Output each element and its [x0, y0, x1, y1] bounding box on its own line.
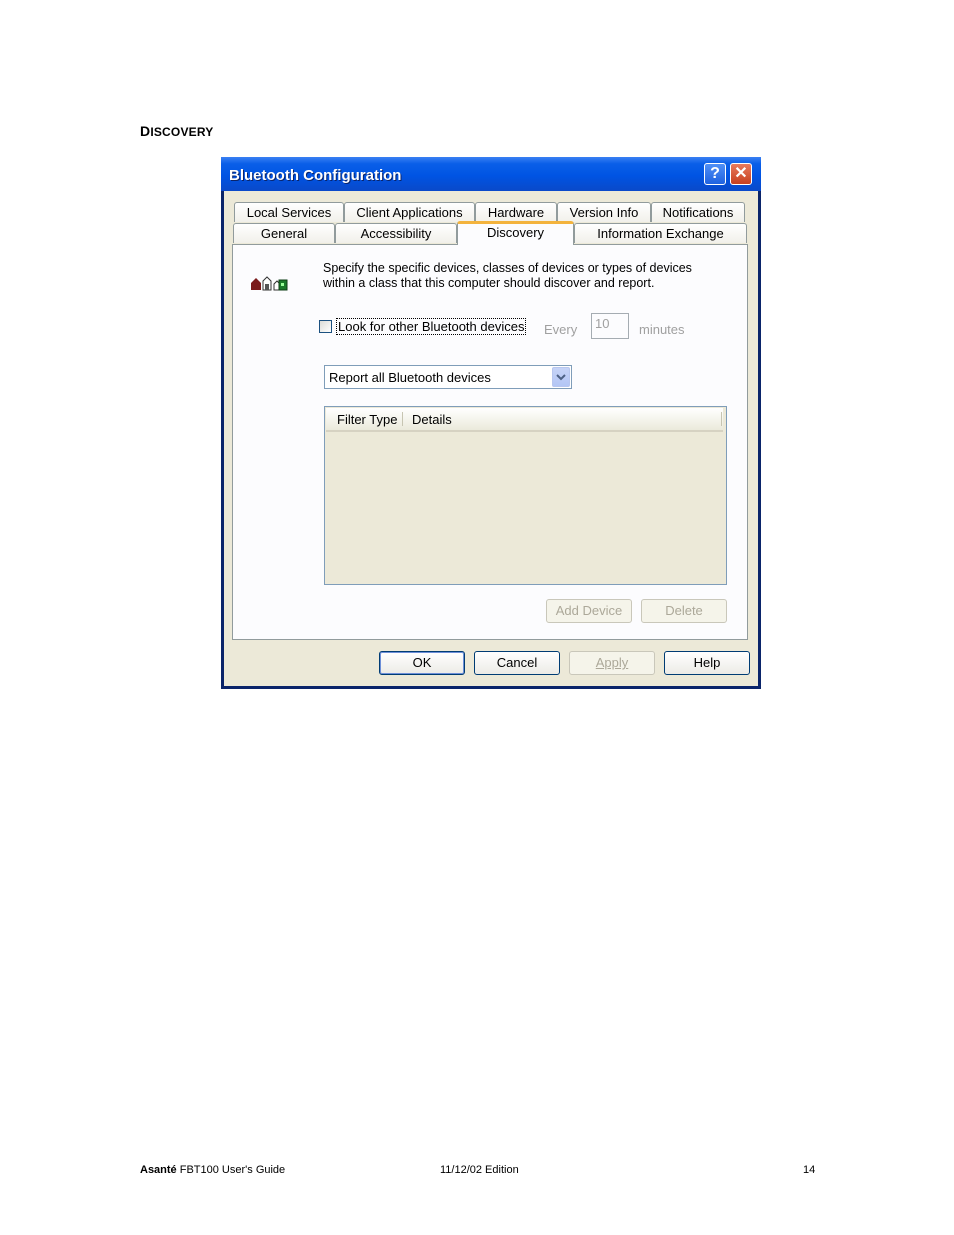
report-devices-select[interactable]: Report all Bluetooth devices [324, 365, 572, 389]
bluetooth-configuration-dialog: Bluetooth Configuration ? ✕ Local Servic… [221, 157, 761, 689]
add-device-button[interactable]: Add Device [546, 599, 632, 623]
minutes-label: minutes [639, 322, 685, 337]
ok-button[interactable]: OK [379, 651, 465, 675]
discovery-devices-icon [251, 276, 288, 291]
close-icon[interactable]: ✕ [730, 163, 752, 185]
column-details[interactable]: Details [412, 412, 452, 427]
every-label: Every [544, 322, 578, 337]
footer-guide-title: FBT100 User's Guide [179, 1164, 286, 1176]
title-bar: Bluetooth Configuration ? ✕ [221, 157, 761, 191]
footer-guide: Asanté FBT100 User's Guide [140, 1164, 285, 1176]
discovery-description: Specify the specific devices, classes of… [323, 261, 692, 290]
look-for-devices-checkbox[interactable] [319, 320, 332, 333]
dialog-client-area: Local Services Client Applications Hardw… [224, 191, 758, 686]
tab-version-info[interactable]: Version Info [557, 202, 651, 222]
tab-accessibility[interactable]: Accessibility [335, 223, 457, 243]
footer-brand: Asanté [140, 1164, 177, 1176]
column-separator [402, 412, 403, 426]
tab-local-services[interactable]: Local Services [234, 202, 344, 222]
tab-notifications[interactable]: Notifications [651, 202, 745, 222]
tab-general[interactable]: General [233, 223, 335, 243]
help-icon[interactable]: ? [704, 163, 726, 185]
footer-page-number: 14 [803, 1164, 816, 1176]
column-filter-type[interactable]: Filter Type [337, 412, 397, 427]
tab-information-exchange[interactable]: Information Exchange [574, 223, 747, 243]
column-separator [721, 412, 722, 426]
discovery-tab-panel: Specify the specific devices, classes of… [232, 244, 748, 640]
minutes-input[interactable]: 10 [591, 313, 629, 339]
look-for-devices-label[interactable]: Look for other Bluetooth devices [335, 318, 527, 335]
chevron-down-icon[interactable] [552, 367, 570, 387]
tab-discovery[interactable]: Discovery [457, 221, 574, 245]
filter-list-header: Filter Type Details [326, 408, 723, 432]
report-devices-value: Report all Bluetooth devices [329, 370, 491, 385]
apply-button[interactable]: Apply [569, 651, 655, 675]
section-heading: DISCOVERY [140, 123, 214, 139]
tab-client-applications[interactable]: Client Applications [344, 202, 475, 222]
delete-button[interactable]: Delete [641, 599, 727, 623]
footer-edition: 11/12/02 Edition [440, 1164, 519, 1176]
dialog-title: Bluetooth Configuration [229, 167, 402, 184]
cancel-button[interactable]: Cancel [474, 651, 560, 675]
tab-hardware[interactable]: Hardware [475, 202, 557, 222]
help-button[interactable]: Help [664, 651, 750, 675]
filter-list[interactable]: Filter Type Details [324, 406, 727, 585]
